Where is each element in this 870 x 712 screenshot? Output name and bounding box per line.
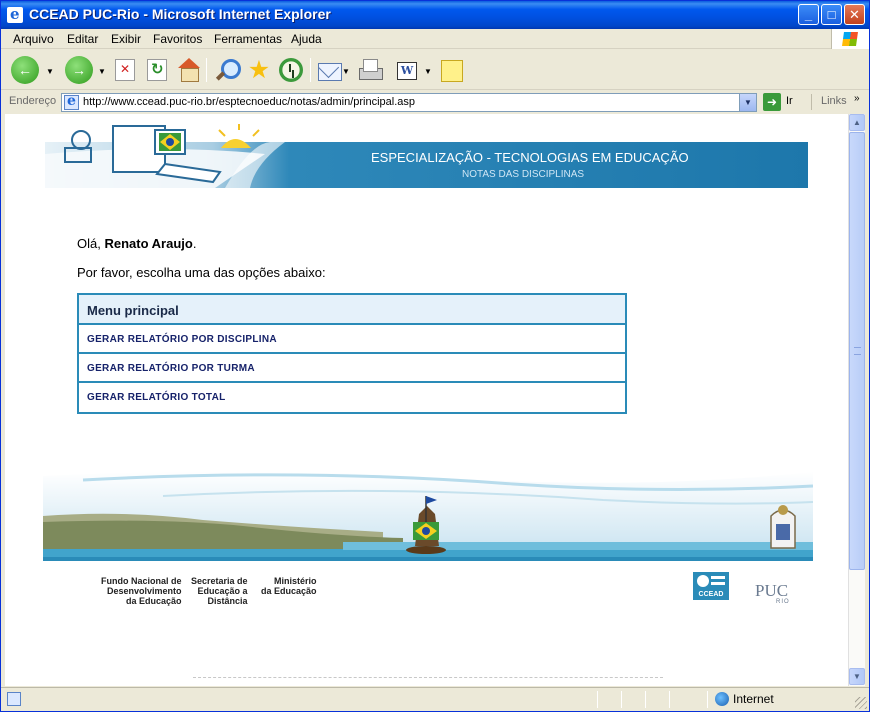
title-bar: CCEAD PUC-Rio - Microsoft Internet Explo… [1,1,869,29]
puc-logo-sub: RIO [776,599,790,605]
globe-icon [715,692,729,706]
status-separator [621,691,622,708]
sponsor-line: Ministério [274,576,317,586]
main-menu: Menu principal GERAR RELATÓRIO POR DISCI… [77,293,627,414]
search-icon[interactable] [213,56,241,84]
refresh-icon[interactable] [147,59,167,81]
greeting-prefix: Olá, [77,236,105,251]
page-status-icon [7,692,21,706]
close-button[interactable]: ✕ [844,4,865,25]
banner-subtitle: NOTAS DAS DISCIPLINAS [462,169,585,180]
ccead-mark-icon [697,575,725,587]
status-separator [669,691,670,708]
status-bar: Internet [1,687,869,711]
sponsor-line: da Educação [125,596,182,606]
security-zone: Internet [733,692,774,706]
banner-title: ESPECIALIZAÇÃO - TECNOLOGIAS EM EDUCAÇÃO [371,150,689,165]
greeting-suffix: . [192,236,197,251]
sponsor-line: Distância [207,596,248,606]
discuss-icon[interactable] [437,56,465,84]
menu-arquivo[interactable]: Arquivo [13,32,54,46]
footer-divider [193,677,663,678]
footer-landscape [43,471,813,561]
links-more-icon[interactable]: » [854,93,860,104]
go-arrow-icon[interactable]: ➜ [763,93,781,111]
address-dropdown-icon[interactable]: ▼ [739,94,756,111]
windows-logo-icon [831,29,869,49]
ie-icon [7,5,23,23]
user-name: Renato Araujo [104,236,193,251]
ccead-logo: CCEAD [693,572,729,600]
page-icon [64,93,79,110]
back-icon[interactable]: ← [11,56,39,84]
address-bar: Endereço http://www.ccead.puc-rio.br/esp… [1,91,869,113]
sponsor-fnde: Fundo Nacional de Desenvolvimento da Edu… [101,576,182,606]
go-button[interactable]: Ir [786,95,793,107]
page-viewport: ESPECIALIZAÇÃO - TECNOLOGIAS EM EDUCAÇÃO… [5,114,848,686]
maximize-button[interactable]: □ [821,4,842,25]
menu-exibir[interactable]: Exibir [111,32,141,46]
minimize-button[interactable]: _ [798,4,819,25]
links-button[interactable]: Links [821,95,847,107]
status-separator [597,691,598,708]
toolbar-separator [206,58,207,82]
menu-editar[interactable]: Editar [67,32,98,46]
scroll-down-icon[interactable]: ▼ [849,668,865,685]
status-separator [707,691,708,708]
home-icon[interactable] [175,56,203,84]
toolbar-separator [310,58,311,82]
print-icon[interactable] [355,56,383,84]
sponsor-seed: Secretaria de Educação a Distância [191,576,248,606]
vertical-scrollbar[interactable]: ▲ ▼ [848,114,865,686]
puc-logo-text: PUC [755,581,789,600]
history-icon[interactable] [277,56,305,84]
mail-dropdown-icon[interactable]: ▼ [342,67,350,76]
edit-icon[interactable] [393,56,421,84]
forward-dropdown-icon[interactable]: ▼ [98,67,106,76]
ccead-logo-text: CCEAD [698,591,724,598]
menu-header: Menu principal [79,295,625,325]
greeting: Olá, Renato Araujo. [77,236,196,251]
address-input[interactable]: http://www.ccead.puc-rio.br/esptecnoeduc… [61,93,757,112]
menu-item-relatorio-disciplina[interactable]: GERAR RELATÓRIO POR DISCIPLINA [79,325,625,354]
menu-bar: Arquivo Editar Exibir Favoritos Ferramen… [1,29,869,49]
resize-grip[interactable] [855,697,867,709]
address-label: Endereço [9,95,57,107]
scroll-thumb[interactable] [849,132,865,570]
links-separator [811,94,812,110]
menu-item-relatorio-turma[interactable]: GERAR RELATÓRIO POR TURMA [79,354,625,383]
edit-dropdown-icon[interactable]: ▼ [424,67,432,76]
sponsor-line: Secretaria de [191,576,248,586]
address-url[interactable]: http://www.ccead.puc-rio.br/esptecnoeduc… [83,96,415,108]
menu-favoritos[interactable]: Favoritos [153,32,202,46]
browser-window: CCEAD PUC-Rio - Microsoft Internet Explo… [0,0,870,712]
stop-icon[interactable] [115,59,135,81]
forward-icon[interactable]: → [65,56,93,84]
sponsor-line: Fundo Nacional de [101,576,182,586]
window-title: CCEAD PUC-Rio - Microsoft Internet Explo… [29,6,331,22]
header-banner: ESPECIALIZAÇÃO - TECNOLOGIAS EM EDUCAÇÃO… [45,124,808,188]
favorites-icon[interactable]: ★ [245,56,273,84]
toolbar: ← ▼ → ▼ ★ ▼ ▼ [1,50,869,90]
menu-item-relatorio-total[interactable]: GERAR RELATÓRIO TOTAL [79,383,625,412]
sponsor-line: Desenvolvimento [106,586,182,596]
menu-ajuda[interactable]: Ajuda [291,32,322,46]
status-separator [645,691,646,708]
instruction-text: Por favor, escolha uma das opções abaixo… [77,265,326,280]
scroll-up-icon[interactable]: ▲ [849,114,865,131]
menu-ferramentas[interactable]: Ferramentas [214,32,282,46]
mail-icon[interactable] [315,56,343,84]
sponsor-line: Educação a [197,586,248,596]
sponsor-mec: Ministério da Educação [261,576,317,596]
back-dropdown-icon[interactable]: ▼ [46,67,54,76]
sponsor-line: da Educação [261,586,317,596]
